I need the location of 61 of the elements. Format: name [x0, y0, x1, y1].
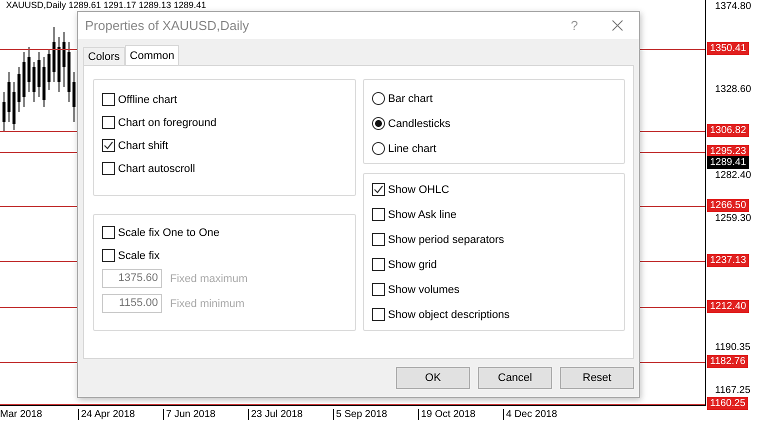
checkbox-label[interactable]: Chart shift	[118, 140, 168, 152]
price-label: 1259.30	[714, 212, 752, 226]
tab[interactable]: Colors	[83, 47, 125, 65]
checkbox-label[interactable]: Scale fix One to One	[118, 226, 220, 238]
checkbox-label[interactable]: Show OHLC	[388, 184, 450, 196]
dialog-button[interactable]: OK	[396, 367, 470, 389]
checkbox[interactable]	[372, 283, 385, 296]
price-level-label: 1306.82	[707, 124, 750, 137]
tab[interactable]: Common	[124, 45, 180, 65]
price-label: 1167.25	[714, 384, 752, 397]
checkbox-label[interactable]: Show grid	[388, 258, 437, 270]
price-label: 1190.35	[714, 340, 752, 354]
date-label: 4 Dec 2018	[503, 409, 588, 420]
price-level-label: 1182.76	[707, 355, 748, 368]
date-label: 5 Sep 2018	[333, 409, 418, 420]
checkbox-label[interactable]: Chart autoscroll	[118, 162, 196, 174]
checkbox[interactable]	[372, 308, 385, 321]
price-level-label: 1266.50	[707, 198, 750, 212]
price-label: 1328.60	[714, 83, 752, 96]
checkbox-label[interactable]: Chart on foreground	[118, 116, 216, 128]
checkbox[interactable]	[102, 249, 115, 262]
chart-header: XAUUSD,Daily 1289.61 1291.17 1289.13 1289.41	[6, 0, 206, 10]
radio-label[interactable]: Bar chart	[388, 92, 433, 104]
checkbox-label[interactable]: Show volumes	[388, 284, 460, 296]
price-level-label: 1160.25	[707, 397, 748, 410]
radio-button[interactable]	[372, 117, 385, 130]
date-label: Mar 2018	[0, 409, 44, 420]
dialog-button[interactable]: Cancel	[478, 367, 552, 389]
checkbox-label[interactable]: Show period separators	[388, 234, 504, 246]
checkbox[interactable]	[102, 139, 115, 152]
checkbox[interactable]	[372, 208, 385, 221]
dialog-button[interactable]: Reset	[560, 367, 634, 389]
close-icon[interactable]	[612, 20, 623, 31]
checkbox[interactable]	[372, 258, 385, 271]
checkbox[interactable]	[102, 162, 115, 175]
price-level-label: 1212.40	[707, 300, 750, 313]
checkbox[interactable]	[372, 233, 385, 246]
checkbox[interactable]	[102, 226, 115, 239]
date-label: 23 Jul 2018	[248, 409, 333, 420]
date-label: 19 Oct 2018	[418, 409, 503, 420]
price-level-label: 1350.41	[707, 42, 750, 56]
checkbox-label[interactable]: Scale fix	[118, 250, 160, 262]
checkbox[interactable]	[102, 93, 115, 106]
price-label: 1374.80	[714, 0, 752, 13]
radio-button[interactable]	[372, 92, 385, 105]
price-label: 1282.40	[714, 169, 752, 182]
field-label: Fixed minimum	[170, 298, 245, 310]
radio-label[interactable]: Line chart	[388, 142, 436, 154]
current-price-label: 1289.41	[707, 156, 750, 170]
dialog-title: Properties of XAUUSD,Daily	[85, 18, 250, 33]
checkbox-label[interactable]: Show object descriptions	[388, 308, 510, 320]
radio-button[interactable]	[372, 142, 385, 155]
price-level-label: 1237.13	[707, 254, 750, 267]
checkbox[interactable]	[372, 183, 385, 196]
date-label: 7 Jun 2018	[163, 409, 248, 420]
checkbox-label[interactable]: Offline chart	[118, 94, 178, 106]
radio-label[interactable]: Candlesticks	[388, 118, 450, 130]
checkbox[interactable]	[102, 116, 115, 129]
date-label: 24 Apr 2018	[78, 409, 163, 420]
field-label: Fixed maximum	[170, 272, 248, 284]
checkbox-label[interactable]: Show Ask line	[388, 208, 456, 220]
